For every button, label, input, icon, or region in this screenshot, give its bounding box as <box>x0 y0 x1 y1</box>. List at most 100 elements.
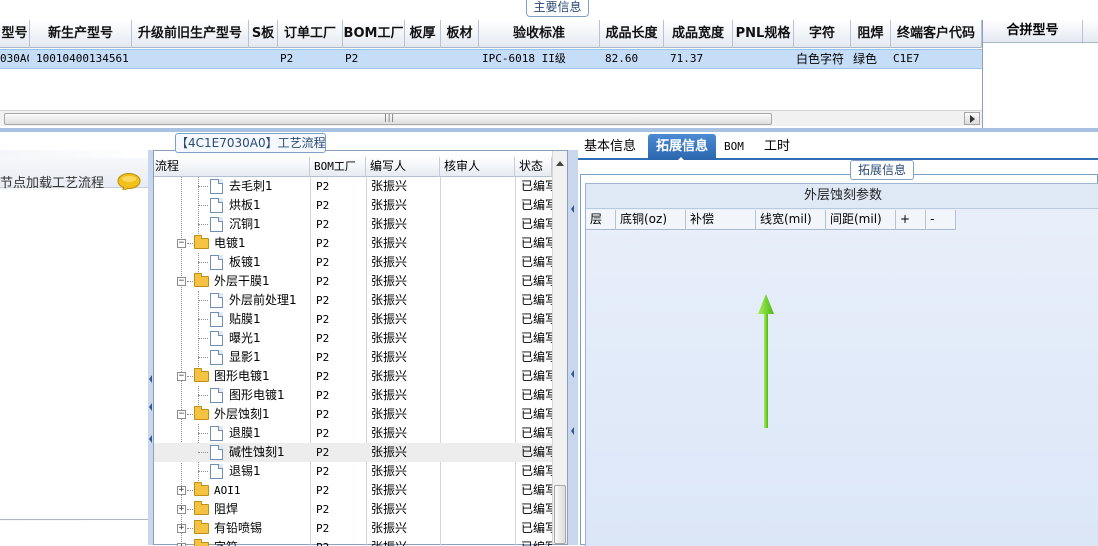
expand-toggle-icon[interactable]: + <box>177 524 186 533</box>
flow-row-bom: P2 <box>316 389 330 402</box>
flow-row-outer-pretreat[interactable]: 外层前处理1 P2 张振兴 已编写 <box>154 291 552 310</box>
expand-toggle-icon[interactable]: + <box>177 505 186 514</box>
tree-connector <box>198 300 208 301</box>
flow-row-exposure[interactable]: 曝光1 P2 张振兴 已编写 <box>154 329 552 348</box>
flow-row-solder-mask-group[interactable]: + 阻焊 P2 张振兴 已编写 <box>154 500 552 519</box>
document-icon <box>210 179 223 194</box>
col-s-board[interactable]: S板 <box>249 20 278 48</box>
flow-row-plating-group[interactable]: − 电镀1 P2 张振兴 已编写 <box>154 234 552 253</box>
col-spacing[interactable]: 间距(mil) <box>826 210 896 230</box>
col-base-copper[interactable]: 底铜(oz) <box>616 210 686 230</box>
scroll-right-arrow-icon[interactable] <box>964 112 980 125</box>
main-grid-hscrollbar[interactable]: ||| <box>0 110 982 126</box>
flow-row-aoi-group[interactable]: + AOI1 P2 张振兴 已编写 <box>154 481 552 500</box>
collapse-toggle-icon[interactable]: − <box>177 372 186 381</box>
expand-toggle-icon[interactable]: + <box>177 486 186 495</box>
flow-row-deburr[interactable]: 去毛刺1 P2 张振兴 已编写 <box>154 177 552 196</box>
collapse-right-arrow-icon[interactable] <box>571 427 574 435</box>
folder-open-icon <box>194 273 209 287</box>
collapse-toggle-icon[interactable]: − <box>177 277 186 286</box>
col-standard[interactable]: 验收标准 <box>479 20 600 48</box>
collapse-left-arrow-icon[interactable] <box>149 375 152 383</box>
collapse-left-arrow-icon[interactable] <box>149 435 152 443</box>
col-bom-factory[interactable]: BOM工厂 <box>343 20 405 48</box>
flow-row-author: 张振兴 <box>371 331 408 345</box>
flow-row-status: 已编写 <box>521 179 552 193</box>
col-material[interactable]: 板材 <box>441 20 479 48</box>
scroll-up-arrow-icon[interactable] <box>556 161 564 166</box>
flow-tree-vscrollbar[interactable] <box>552 151 567 544</box>
tree-connector <box>198 205 208 206</box>
flow-row-strip-tin[interactable]: 退锡1 P2 张振兴 已编写 <box>154 462 552 481</box>
collapse-toggle-icon[interactable]: − <box>177 239 186 248</box>
flow-row-status: 已编写 <box>521 502 552 516</box>
collapse-left-arrow-icon[interactable] <box>149 403 152 411</box>
document-icon <box>210 445 223 460</box>
col-flow-name[interactable]: 流程 <box>154 157 310 177</box>
flow-row-alkaline-etch[interactable]: 碱性蚀刻1 P2 张振兴 已编写 <box>154 443 552 462</box>
main-grid-row[interactable]: 030A0 10010400134561 P2 P2 IPC-6018 II级 … <box>0 49 982 69</box>
col-merge-model[interactable]: 合拼型号 <box>983 20 1083 42</box>
flow-row-outer-dryfilm-group[interactable]: − 外层干膜1 P2 张振兴 已编写 <box>154 272 552 291</box>
col-new-model[interactable]: 新生产型号 <box>30 20 132 48</box>
col-flow-bom[interactable]: BOM工厂 <box>310 157 366 177</box>
col-width[interactable]: 成品宽度 <box>664 20 733 48</box>
document-icon <box>210 331 223 346</box>
flow-row-laminate[interactable]: 贴膜1 P2 张振兴 已编写 <box>154 310 552 329</box>
col-layer[interactable]: 层 <box>586 210 616 230</box>
col-flow-author[interactable]: 编写人 <box>366 157 440 177</box>
flow-tree-header: 流程 BOM工厂 编写人 核审人 状态 <box>154 157 552 177</box>
col-customer-code[interactable]: 终端客户代码 <box>891 20 982 48</box>
remove-row-button[interactable]: - <box>926 210 956 230</box>
tree-connector <box>187 490 193 491</box>
flow-row-strip-film[interactable]: 退膜1 P2 张振兴 已编写 <box>154 424 552 443</box>
cell-s-board <box>249 50 278 68</box>
flow-row-status: 已编写 <box>521 445 552 459</box>
flow-row-name: 阻焊 <box>214 502 239 516</box>
col-solder-mask[interactable]: 阻焊 <box>851 20 891 48</box>
col-old-model[interactable]: 升级前旧生产型号 <box>132 20 249 48</box>
tab-bom[interactable]: BOM <box>724 134 752 160</box>
flow-row-pth[interactable]: 沉铜1 P2 张振兴 已编写 <box>154 215 552 234</box>
flow-row-outer-etch-group[interactable]: − 外层蚀刻1 P2 张振兴 已编写 <box>154 405 552 424</box>
tab-extended-info[interactable]: 拓展信息 <box>648 134 716 162</box>
col-length[interactable]: 成品长度 <box>600 20 664 48</box>
flow-row-name: 板镀1 <box>229 255 261 269</box>
process-flow-caption: 【4C1E7030A0】工艺流程 <box>175 133 326 153</box>
collapse-toggle-icon[interactable]: − <box>177 410 186 419</box>
flow-row-develop[interactable]: 显影1 P2 张振兴 已编写 <box>154 348 552 367</box>
flow-row-author: 张振兴 <box>371 369 408 383</box>
collapse-right-arrow-icon[interactable] <box>571 205 574 213</box>
flow-row-bake[interactable]: 烘板1 P2 张振兴 已编写 <box>154 196 552 215</box>
tab-work-hours[interactable]: 工时 <box>764 134 794 160</box>
flow-row-hasl-group[interactable]: + 有铅喷锡 P2 张振兴 已编写 <box>154 519 552 538</box>
col-line-width[interactable]: 线宽(mil) <box>756 210 826 230</box>
flow-row-status: 已编写 <box>521 464 552 478</box>
tree-connector <box>198 319 208 320</box>
col-flow-reviewer[interactable]: 核审人 <box>440 157 515 177</box>
col-pnl[interactable]: PNL规格 <box>733 20 794 48</box>
document-icon <box>210 426 223 441</box>
add-row-button[interactable]: + <box>896 210 926 230</box>
collapse-right-arrow-icon[interactable] <box>571 370 574 378</box>
col-line-width-label: 线宽(mil) <box>760 212 812 226</box>
tree-connector <box>187 509 193 510</box>
speech-bubble-icon[interactable] <box>117 172 141 192</box>
col-compensation[interactable]: 补偿 <box>686 210 756 230</box>
flow-row-pattern-plating-group[interactable]: − 图形电镀1 P2 张振兴 已编写 <box>154 367 552 386</box>
col-order-factory[interactable]: 订单工厂 <box>278 20 343 48</box>
col-base-copper-label: 底铜(oz) <box>620 212 668 226</box>
vscroll-thumb[interactable] <box>554 485 566 544</box>
col-flow-status[interactable]: 状态 <box>515 157 552 177</box>
col-character[interactable]: 字符 <box>794 20 851 48</box>
flow-row-status: 已编写 <box>521 426 552 440</box>
tab-basic-info[interactable]: 基本信息 <box>584 134 644 160</box>
flow-row-name: 沉铜1 <box>229 217 261 231</box>
flow-row-bom: P2 <box>316 351 330 364</box>
merge-model-header: 合拼型号 <box>983 20 1098 43</box>
flow-row-name: AOI1 <box>214 484 241 497</box>
col-thickness[interactable]: 板厚 <box>405 20 441 48</box>
col-model[interactable]: 型号 <box>0 20 30 48</box>
flow-row-pattern-plating[interactable]: 图形电镀1 P2 张振兴 已编写 <box>154 386 552 405</box>
flow-row-panel-plating[interactable]: 板镀1 P2 张振兴 已编写 <box>154 253 552 272</box>
